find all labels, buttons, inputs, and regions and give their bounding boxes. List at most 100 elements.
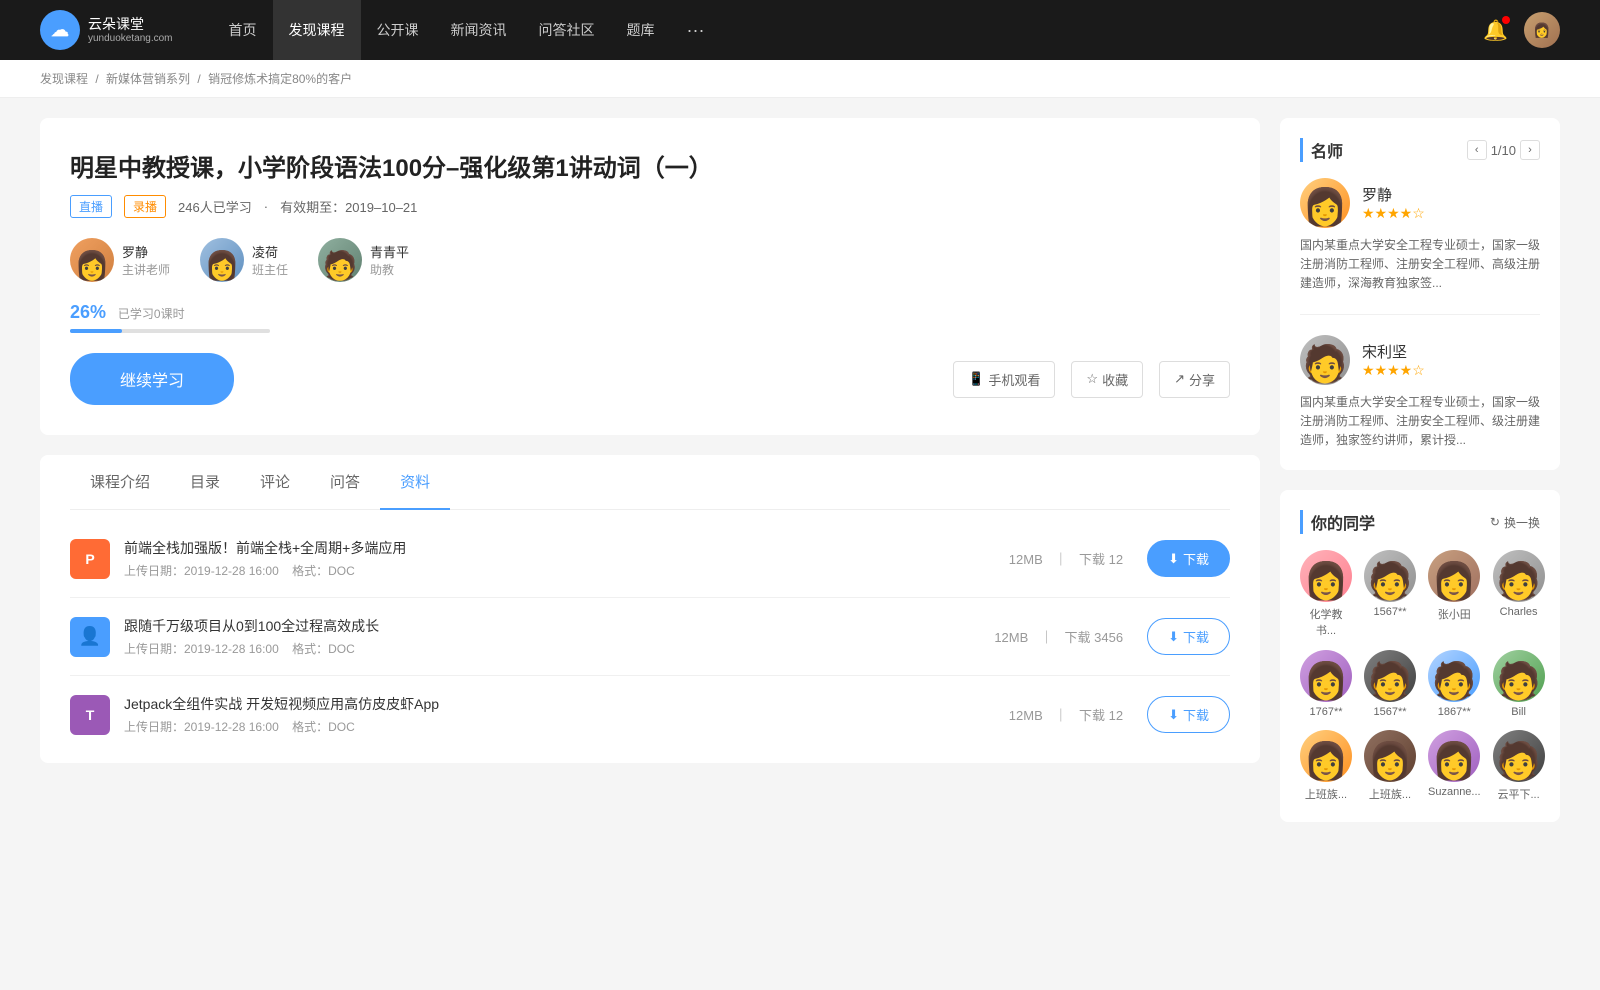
- next-page-button[interactable]: ›: [1520, 140, 1540, 160]
- progress-section: 26% 已学习0课时: [70, 302, 1230, 333]
- teachers-title-text: 名师: [1311, 138, 1343, 162]
- sidebar-teacher-1: 👩 罗静 ★★★★☆ 国内某重点大学安全工程专业硕士，国家一级注册消防工程师、注…: [1300, 178, 1540, 315]
- logo[interactable]: ☁ 云朵课堂 yunduoketang.com: [40, 10, 173, 50]
- student-avatar-5: 👩: [1300, 650, 1352, 702]
- download-button-3[interactable]: ⬇ 下载: [1147, 696, 1230, 733]
- download-button-2[interactable]: ⬇ 下载: [1147, 618, 1230, 655]
- sidebar-teacher-stars-2: ★★★★☆: [1362, 362, 1425, 379]
- teachers: 👩 罗静 主讲老师 👩 凌荷 班主任 🧑 青青平: [70, 238, 1230, 282]
- download-button-1[interactable]: ⬇ 下载: [1147, 540, 1230, 577]
- tab-catalog[interactable]: 目录: [170, 455, 240, 510]
- sidebar-teacher-stars-1: ★★★★☆: [1362, 205, 1425, 222]
- resource-info-2: 跟随千万级项目从0到100全过程高效成长 上传日期：2019-12-28 16:…: [124, 616, 990, 657]
- student-name-12: 云平下...: [1498, 786, 1540, 802]
- logo-name: 云朵课堂: [88, 16, 173, 33]
- nav-more[interactable]: ···: [671, 0, 721, 60]
- breadcrumb-discover[interactable]: 发现课程: [40, 72, 88, 86]
- tabs: 课程介绍 目录 评论 问答 资料: [70, 455, 1230, 510]
- resource-date-2: 上传日期：2019-12-28 16:00: [124, 642, 279, 656]
- mobile-label: 手机观看: [988, 370, 1040, 389]
- teacher-info-1: 罗静 主讲老师: [122, 242, 170, 278]
- sidebar-teacher-info-1: 罗静 ★★★★☆: [1362, 184, 1425, 222]
- sidebar-teacher-name-1: 罗静: [1362, 184, 1425, 205]
- share-label: 分享: [1189, 370, 1215, 389]
- sidebar-teacher-header-2: 🧑 宋利坚 ★★★★☆: [1300, 335, 1540, 385]
- main-content: 明星中教授课，小学阶段语法100分–强化级第1讲动词（一） 直播 录播 246人…: [0, 98, 1600, 862]
- student-item-7: 🧑 1867**: [1428, 650, 1481, 718]
- student-avatar-9: 👩: [1300, 730, 1352, 782]
- course-card: 明星中教授课，小学阶段语法100分–强化级第1讲动词（一） 直播 录播 246人…: [40, 118, 1260, 435]
- breadcrumb-current[interactable]: 销冠修炼术搞定80%的客户: [208, 72, 352, 86]
- nav-public[interactable]: 公开课: [361, 0, 435, 60]
- resource-meta-3: 上传日期：2019-12-28 16:00 格式：DOC: [124, 718, 1005, 735]
- share-icon: ↗: [1174, 371, 1185, 387]
- tab-resource[interactable]: 资料: [380, 455, 450, 510]
- nav-exam[interactable]: 题库: [611, 0, 671, 60]
- resource-info-3: Jetpack全组件实战 开发短视频应用高仿皮皮虾App 上传日期：2019-1…: [124, 694, 1005, 735]
- tab-qa[interactable]: 问答: [310, 455, 380, 510]
- student-avatar-1: 👩: [1300, 550, 1352, 602]
- header: ☁ 云朵课堂 yunduoketang.com 首页 发现课程 公开课 新闻资讯…: [0, 0, 1600, 60]
- action-buttons: 📱 手机观看 ☆ 收藏 ↗ 分享: [953, 361, 1230, 398]
- sidebar-teachers-card: 名师 ‹ 1/10 › 👩 罗静 ★★★★☆ 国内某重点大学安全工程专业硕士: [1280, 118, 1560, 470]
- sidebar-teacher-desc-2: 国内某重点大学安全工程专业硕士，国家一级注册消防工程师、注册安全工程师、级注册建…: [1300, 393, 1540, 451]
- tab-intro[interactable]: 课程介绍: [70, 455, 170, 510]
- expire-date: 有效期至：2019–10–21: [280, 197, 417, 216]
- student-item-6: 🧑 1567**: [1364, 650, 1416, 718]
- user-avatar[interactable]: 👩: [1524, 12, 1560, 48]
- student-avatar-2: 🧑: [1364, 550, 1416, 602]
- nav-qa[interactable]: 问答社区: [523, 0, 611, 60]
- student-name-5: 1767**: [1309, 706, 1342, 718]
- teacher-1: 👩 罗静 主讲老师: [70, 238, 170, 282]
- resource-stats-3: 12MB ｜ 下载 12: [1005, 705, 1127, 724]
- progress-learned: 已学习0课时: [118, 307, 185, 321]
- sidebar-teacher-desc-1: 国内某重点大学安全工程专业硕士，国家一级注册消防工程师、注册安全工程师、高级注册…: [1300, 236, 1540, 294]
- teacher-avatar-1: 👩: [70, 238, 114, 282]
- logo-sub: yunduoketang.com: [88, 33, 173, 44]
- student-avatar-4: 🧑: [1493, 550, 1545, 602]
- continue-button[interactable]: 继续学习: [70, 353, 234, 405]
- breadcrumb-sep2: /: [197, 72, 204, 86]
- nav-news[interactable]: 新闻资讯: [435, 0, 523, 60]
- download-icon-3: ⬇: [1168, 707, 1179, 723]
- nav-home[interactable]: 首页: [213, 0, 273, 60]
- collect-icon: ☆: [1086, 371, 1098, 387]
- notification-bell[interactable]: 🔔: [1483, 18, 1508, 43]
- sidebar-teacher-avatar-2: 🧑: [1300, 335, 1350, 385]
- prev-page-button[interactable]: ‹: [1467, 140, 1487, 160]
- students-title-text: 你的同学: [1311, 510, 1375, 534]
- student-item-11: 👩 Suzanne...: [1428, 730, 1481, 802]
- students-header: 你的同学 ↻ 换一换: [1300, 510, 1540, 534]
- header-right: 🔔 👩: [1483, 12, 1560, 48]
- student-avatar-7: 🧑: [1428, 650, 1480, 702]
- teacher-name-3: 青青平: [370, 242, 409, 261]
- resource-date-3: 上传日期：2019-12-28 16:00: [124, 720, 279, 734]
- main-nav: 首页 发现课程 公开课 新闻资讯 问答社区 题库 ···: [213, 0, 1484, 60]
- collect-button[interactable]: ☆ 收藏: [1071, 361, 1143, 398]
- student-name-7: 1867**: [1438, 706, 1471, 718]
- resource-size-1: 12MB: [1009, 552, 1043, 567]
- teacher-info-3: 青青平 助教: [370, 242, 409, 278]
- course-actions: 继续学习 📱 手机观看 ☆ 收藏 ↗ 分享: [70, 353, 1230, 405]
- student-avatar-6: 🧑: [1364, 650, 1416, 702]
- nav-discover[interactable]: 发现课程: [273, 0, 361, 60]
- sidebar-teacher-name-2: 宋利坚: [1362, 341, 1425, 362]
- teacher-role-2: 班主任: [252, 261, 288, 278]
- tab-review[interactable]: 评论: [240, 455, 310, 510]
- separator: ·: [264, 199, 268, 214]
- resource-meta-2: 上传日期：2019-12-28 16:00 格式：DOC: [124, 640, 990, 657]
- collect-label: 收藏: [1102, 370, 1128, 389]
- resource-stats-2: 12MB ｜ 下载 3456: [990, 627, 1127, 646]
- refresh-button[interactable]: ↻ 换一换: [1490, 514, 1540, 531]
- tag-live: 直播: [70, 195, 112, 218]
- progress-bar-bg: [70, 329, 270, 333]
- breadcrumb-series[interactable]: 新媒体营销系列: [106, 72, 190, 86]
- stat-sep-2: ｜: [1040, 630, 1057, 645]
- share-button[interactable]: ↗ 分享: [1159, 361, 1230, 398]
- breadcrumb: 发现课程 / 新媒体营销系列 / 销冠修炼术搞定80%的客户: [0, 60, 1600, 98]
- download-label-2: 下载: [1183, 627, 1209, 646]
- resource-format-3: 格式：DOC: [292, 720, 355, 734]
- mobile-watch-button[interactable]: 📱 手机观看: [953, 361, 1055, 398]
- resource-date-1: 上传日期：2019-12-28 16:00: [124, 564, 279, 578]
- student-name-1: 化学教书...: [1300, 606, 1352, 638]
